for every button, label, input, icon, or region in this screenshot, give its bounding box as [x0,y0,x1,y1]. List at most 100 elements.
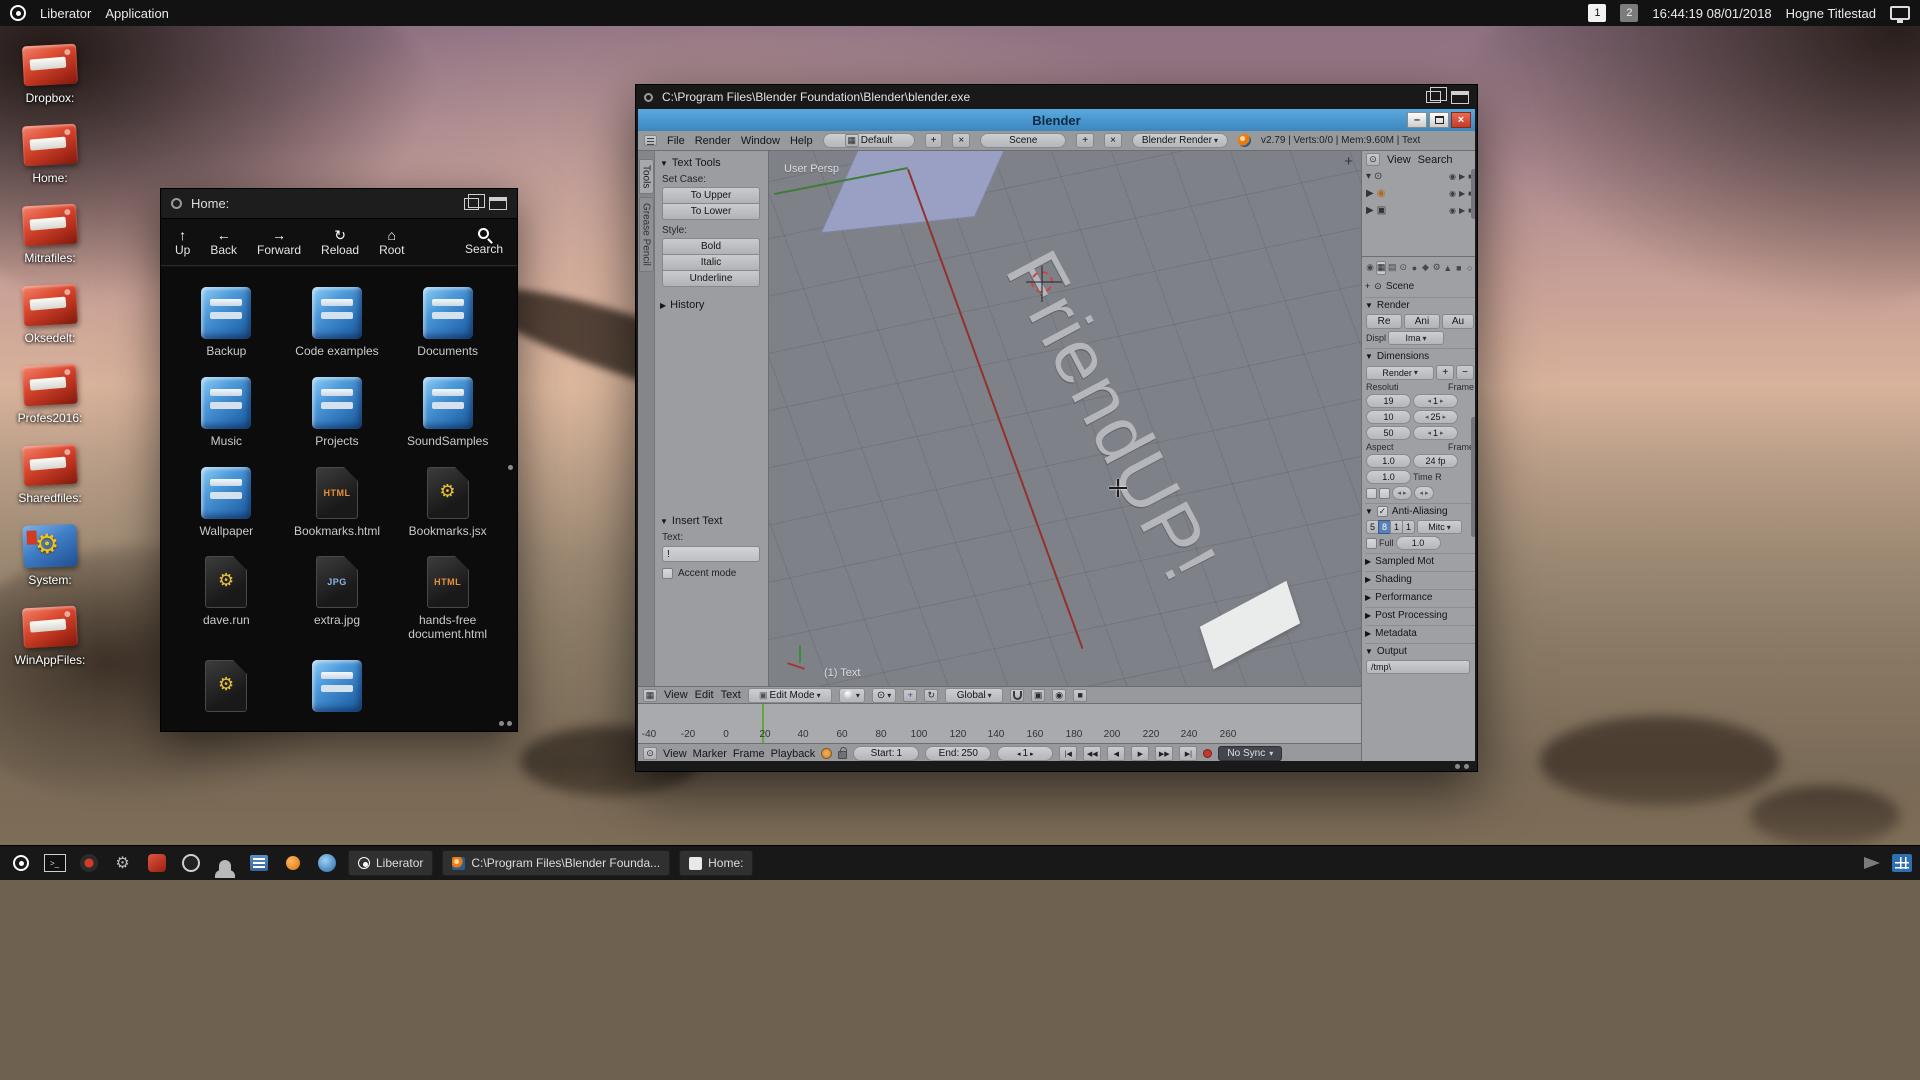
next-keyframe-button[interactable]: ▶▶ [1155,746,1173,761]
resolution-y-field[interactable]: 10 [1366,410,1411,424]
performance-panel-header[interactable]: ▶Performance [1365,589,1475,604]
up-button[interactable]: ↑Up [175,228,190,257]
file-item-bookmarks-jsx[interactable]: ⚙Bookmarks.jsx [395,467,501,539]
frame-end-field[interactable]: End:250 [925,746,991,761]
render-still-button[interactable]: Re [1366,314,1402,329]
depth-toggle-icon[interactable] [464,198,479,210]
eye-icon[interactable]: ◉ [1449,206,1456,215]
shading-selector[interactable]: ▾ [839,688,865,703]
reload-button[interactable]: ↻Reload [321,228,359,257]
bold-button[interactable]: Bold [662,238,760,255]
desktop-icon-sharedfiles[interactable]: Sharedfiles: [6,445,94,505]
shading-panel-header[interactable]: ▶Shading [1365,571,1475,586]
tab-scene-icon[interactable]: ▦ [1376,261,1386,275]
stepper-left-icon[interactable]: ◂ [1419,489,1423,497]
file-item-code-examples[interactable]: Code examples [284,287,390,359]
resolution-x-field[interactable]: 19 [1366,394,1411,408]
record-button[interactable] [1203,749,1212,758]
underline-button[interactable]: Underline [662,270,760,287]
timeline-menu-playback[interactable]: Playback [771,748,816,760]
layout-delete-button[interactable]: × [952,133,970,148]
outliner-menu-view[interactable]: View [1387,154,1411,166]
desktop-icon-winappfiles[interactable]: WinAppFiles: [6,607,94,667]
time-new-field[interactable]: ◂▸ [1414,486,1434,500]
viewport-menu-view[interactable]: View [664,689,688,701]
tab-material-icon[interactable]: ■ [1454,261,1464,275]
manipulator-rotate-icon[interactable]: ↻ [924,689,938,702]
tab-data-icon[interactable]: ▲ [1443,261,1453,275]
eye-icon[interactable]: ◉ [1449,189,1456,198]
orientation-selector[interactable]: Global▾ [945,688,1003,703]
wine-close-button[interactable]: × [1451,112,1471,128]
friend-menu-icon[interactable] [8,851,33,876]
wine-titlebar[interactable]: Blender – × [638,109,1475,131]
minimize-window-icon[interactable] [1451,91,1469,104]
app-launcher-icon-7[interactable] [280,851,305,876]
tab-object-icon[interactable]: ● [1409,261,1419,275]
render-still-icon[interactable]: ■ [1073,689,1087,702]
stepper-left-icon[interactable]: ◂ [1427,397,1431,405]
window-menu-icon[interactable] [171,198,182,209]
app-launcher-icon-6[interactable] [246,851,271,876]
render-animation-button[interactable]: Ani [1404,314,1440,329]
minimize-window-icon[interactable] [489,197,507,210]
file-item-music[interactable]: Music [173,377,279,449]
sampled-motion-panel-header[interactable]: ▶Sampled Mot [1365,553,1475,568]
outliner-row-lamp[interactable]: ▶ ▣ ◉▶■ [1362,202,1475,219]
tab-layers-icon[interactable]: ▤ [1387,261,1397,275]
viewport-menu-text[interactable]: Text [721,689,741,701]
menu-file[interactable]: File [667,135,685,147]
history-panel-header[interactable]: ▶History [660,299,764,311]
snap-magnet-icon[interactable] [1010,689,1024,702]
info-editor-icon[interactable] [644,135,657,146]
expand-icon[interactable]: ▾ [1366,171,1371,182]
timeline-menu-view[interactable]: View [663,748,687,760]
aa-samples-16[interactable]: 1 [1402,520,1415,534]
depth-toggle-icon[interactable] [1426,91,1441,103]
to-lower-button[interactable]: To Lower [662,203,760,220]
stepper-right-icon[interactable]: ▸ [1403,489,1407,497]
file-item-partial-1[interactable]: ⚙ [173,660,279,712]
menu-render[interactable]: Render [695,135,731,147]
cursor-3d[interactable] [1031,271,1053,293]
desktop-icon-mitrafiles[interactable]: Mitrafiles: [6,205,94,265]
accent-mode-row[interactable]: Accent mode [662,568,760,579]
scene-add-button[interactable]: + [1076,133,1094,148]
render-audio-button[interactable]: Au [1442,314,1474,329]
resize-grip-dot[interactable] [507,721,512,726]
aspect-x-field[interactable]: 1.0 [1366,454,1411,468]
task-blender[interactable]: C:\Program Files\Blender Founda... [442,850,670,876]
tab-constraints-icon[interactable]: ◆ [1420,261,1430,275]
desktop-icon-profes2016[interactable]: Profes2016: [6,365,94,425]
file-item-handsfree-html[interactable]: HTMLhands-free document.html [395,556,501,642]
tab-grease-pencil[interactable]: Grease Pencil [639,197,654,272]
snap-element-icon[interactable]: ▣ [1031,689,1045,702]
back-button[interactable]: ←Back [210,228,237,257]
insert-text-input[interactable] [662,546,760,562]
properties-scrollbar[interactable] [1471,417,1475,537]
layout-add-button[interactable]: + [925,133,943,148]
frame-titlebar[interactable]: C:\Program Files\Blender Foundation\Blen… [636,85,1477,109]
border-checkbox[interactable] [1366,488,1377,499]
viewport-editor-icon[interactable]: ▦ [643,689,657,702]
preset-remove-button[interactable]: − [1456,365,1474,380]
menu-liberator[interactable]: Liberator [40,6,91,21]
scene-delete-button[interactable]: × [1104,133,1122,148]
menu-window[interactable]: Window [741,135,780,147]
menu-help[interactable]: Help [790,135,813,147]
window-menu-icon[interactable] [644,93,653,102]
antialiasing-checkbox[interactable]: ✓ [1377,506,1388,517]
app-launcher-icon-1[interactable] [76,851,101,876]
display-mode-selector[interactable]: Ima▾ [1388,331,1444,345]
wine-maximize-button[interactable] [1429,112,1449,128]
desktop-icon-home[interactable]: Home: [6,125,94,185]
file-item-soundsamples[interactable]: SoundSamples [395,377,501,449]
lock-icon[interactable] [838,751,847,759]
terminal-launcher-icon[interactable]: >_ [42,851,67,876]
resize-grip-dot[interactable] [1464,764,1469,769]
current-frame-field[interactable]: ◂1▸ [997,746,1053,761]
full-sample-checkbox[interactable] [1366,538,1377,549]
prev-keyframe-button[interactable]: ◀◀ [1083,746,1101,761]
file-item-projects[interactable]: Projects [284,377,390,449]
metadata-panel-header[interactable]: ▶Metadata [1365,625,1475,640]
